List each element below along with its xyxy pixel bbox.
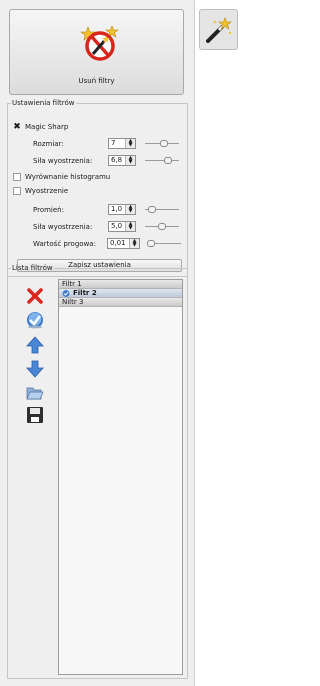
sila-wyostrzenia-spinbox-1[interactable]: 6,8 ▲ ▼ bbox=[108, 155, 136, 166]
filter-list-item-label: Niltr 3 bbox=[62, 298, 84, 306]
wartosc-progowa-spinbox[interactable]: 0,01 ▲ ▼ bbox=[107, 238, 140, 249]
checkmark-icon[interactable] bbox=[26, 311, 44, 329]
rozmiar-slider[interactable] bbox=[145, 138, 179, 149]
arrow-down-icon[interactable] bbox=[26, 360, 44, 378]
wartosc-progowa-slider[interactable] bbox=[147, 238, 181, 249]
sila-wyostrzenia-value-1: 6,8 bbox=[111, 156, 123, 164]
arrow-up-icon[interactable] bbox=[26, 336, 44, 354]
sila-wyostrzenia-value-2: 5,0 bbox=[111, 222, 123, 230]
sila-wyostrzenia-slider-2[interactable] bbox=[145, 221, 179, 232]
promien-label: Promień: bbox=[33, 206, 64, 214]
rozmiar-spinbox[interactable]: 7 ▲ ▼ bbox=[108, 138, 136, 149]
slider-thumb[interactable] bbox=[148, 206, 156, 213]
promien-slider[interactable] bbox=[145, 204, 179, 215]
histogram-label: Wyrównanie histogramu bbox=[25, 173, 111, 181]
magic-wand-tool-button[interactable] bbox=[199, 9, 238, 50]
delete-icon[interactable] bbox=[26, 287, 44, 305]
rozmiar-value: 7 bbox=[111, 139, 116, 147]
checkbox-unchecked-icon bbox=[13, 173, 21, 181]
sila-wyostrzenia-spinbox-2[interactable]: 5,0 ▲ ▼ bbox=[108, 221, 136, 232]
checkbox-checked-icon: ✖ bbox=[13, 122, 21, 132]
magic-wand-remove-icon bbox=[80, 25, 119, 61]
filter-list[interactable]: Filtr 1 Filtr 2 Niltr 3 bbox=[58, 279, 183, 675]
promien-spinbox[interactable]: 1,0 ▲ ▼ bbox=[108, 204, 136, 215]
rozmiar-label: Rozmiar: bbox=[33, 140, 64, 148]
spin-arrows-icon[interactable]: ▲ ▼ bbox=[125, 156, 135, 165]
wyostrzenie-label: Wyostrzenie bbox=[25, 187, 69, 195]
spin-arrows-icon[interactable]: ▲ ▼ bbox=[125, 222, 135, 231]
wartosc-progowa-label: Wartość progowa: bbox=[33, 240, 96, 248]
open-folder-icon[interactable] bbox=[26, 384, 44, 402]
checkmark-icon bbox=[62, 290, 70, 297]
spin-arrows-icon[interactable]: ▲ ▼ bbox=[129, 239, 139, 248]
slider-track bbox=[145, 160, 179, 161]
slider-thumb[interactable] bbox=[160, 140, 168, 147]
magic-sharp-label: Magic Sharp bbox=[25, 123, 69, 131]
remove-filters-label: Usuń filtry bbox=[78, 77, 115, 85]
spin-arrows-icon[interactable]: ▲ ▼ bbox=[125, 205, 135, 214]
sila-wyostrzenia-slider-1[interactable] bbox=[145, 155, 179, 166]
save-icon[interactable] bbox=[26, 406, 44, 424]
spin-arrows-icon[interactable]: ▲ ▼ bbox=[125, 139, 135, 148]
filter-panel: Usuń filtry Ustawienia filtrów ✖ Magic S… bbox=[0, 0, 195, 686]
filter-list-item-label: Filtr 2 bbox=[73, 289, 97, 297]
promien-value: 1,0 bbox=[111, 205, 123, 213]
filter-list-item[interactable]: Filtr 2 bbox=[59, 289, 182, 298]
remove-filters-button[interactable]: Usuń filtry bbox=[9, 9, 184, 95]
filter-list-item-label: Filtr 1 bbox=[62, 280, 82, 288]
checkbox-unchecked-icon bbox=[13, 187, 21, 195]
sila-wyostrzenia-label-1: Siła wyostrzenia: bbox=[33, 157, 93, 165]
filter-settings-legend: Ustawienia filtrów bbox=[12, 99, 75, 107]
slider-thumb[interactable] bbox=[147, 240, 155, 247]
slider-thumb[interactable] bbox=[158, 223, 166, 230]
sila-wyostrzenia-label-2: Siła wyostrzenia: bbox=[33, 223, 93, 231]
filter-list-item[interactable]: Filtr 1 bbox=[59, 280, 182, 289]
filter-list-item[interactable]: Niltr 3 bbox=[59, 298, 182, 307]
wartosc-progowa-value: 0,01 bbox=[110, 239, 126, 247]
slider-thumb[interactable] bbox=[164, 157, 172, 164]
magic-wand-icon bbox=[206, 17, 232, 43]
filter-list-legend: Lista filtrów bbox=[12, 264, 53, 272]
